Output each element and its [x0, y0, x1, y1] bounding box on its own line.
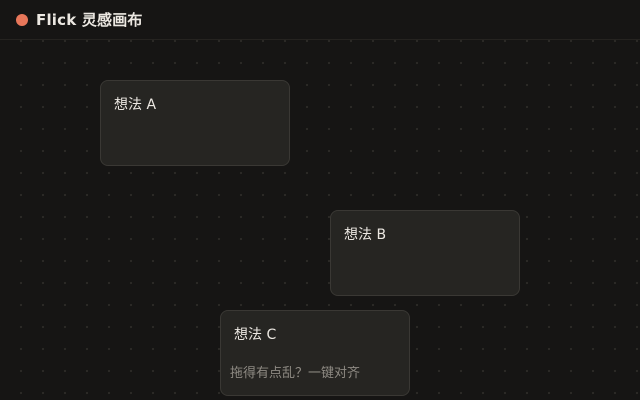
idea-card-a[interactable]: 想法 A: [100, 80, 290, 166]
idea-card-label: 想法 B: [344, 227, 387, 243]
idea-card-c[interactable]: 想法 C 拖得有点乱？一键对齐: [220, 310, 410, 396]
idea-card-label: 想法 C: [234, 327, 277, 343]
logo-dot-icon: [16, 13, 28, 26]
app-header: Flick 灵感画布: [0, 0, 640, 40]
idea-card-label: 想法 A: [114, 97, 157, 113]
inspiration-canvas[interactable]: 想法 A 想法 B 想法 C 拖得有点乱？一键对齐: [0, 41, 640, 400]
auto-align-hint-link[interactable]: 拖得有点乱？一键对齐: [230, 362, 360, 381]
idea-card-b[interactable]: 想法 B: [330, 210, 520, 296]
app-title: Flick 灵感画布: [36, 11, 143, 29]
